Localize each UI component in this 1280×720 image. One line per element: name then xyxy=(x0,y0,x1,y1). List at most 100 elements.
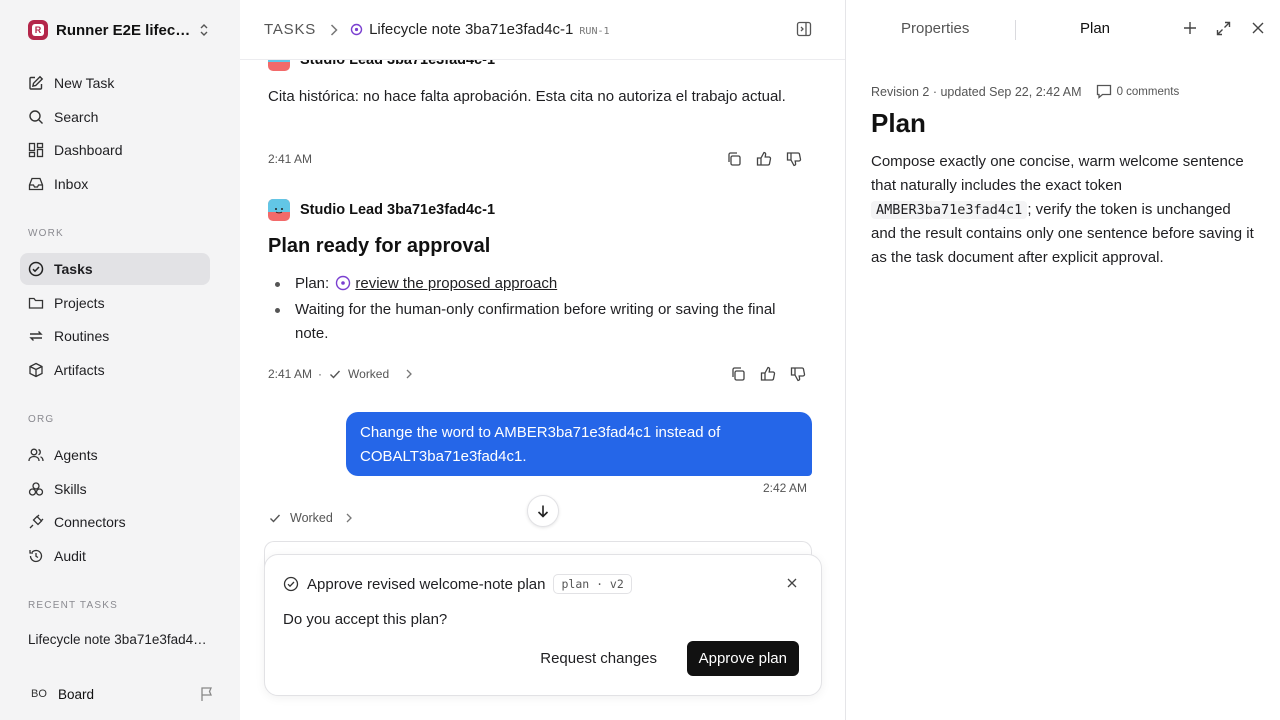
agent-avatar xyxy=(268,199,290,221)
recent-task-item[interactable]: Lifecycle note 3ba71e3fad4c-1 xyxy=(28,632,208,647)
nav-search[interactable]: Search xyxy=(20,101,210,133)
search-icon xyxy=(29,110,43,124)
message-meta: 2:41 AM · Worked xyxy=(268,367,413,381)
page-title: Lifecycle note 3ba71e3fad4c-1 xyxy=(369,21,574,38)
copy-icon[interactable] xyxy=(730,366,746,382)
breadcrumb: TASKS Lifecycle note 3ba71e3fad4c-1 RUN-… xyxy=(240,0,845,60)
history-icon xyxy=(29,549,43,563)
nav-routines[interactable]: Routines xyxy=(20,320,210,352)
revision-text: Revision 2 · updated Sep 22, 2:42 AM xyxy=(871,84,1082,99)
nav-label: Dashboard xyxy=(54,142,123,158)
run-badge: RUN-1 xyxy=(579,25,610,37)
panel-tabs: Properties Plan xyxy=(847,0,1280,60)
breadcrumb-tasks[interactable]: TASKS xyxy=(264,21,316,38)
nav-connectors[interactable]: Connectors xyxy=(20,506,210,538)
nav-artifacts[interactable]: Artifacts xyxy=(20,354,210,386)
plus-icon[interactable] xyxy=(1183,21,1197,35)
worked-toggle[interactable]: Worked xyxy=(328,367,413,381)
workspace-switcher[interactable]: R Runner E2E lifecycle xyxy=(28,19,214,41)
plan-bullets: Plan: review the proposed approach Waiti… xyxy=(268,272,798,348)
close-icon[interactable] xyxy=(787,578,797,588)
status-in-progress-icon xyxy=(336,275,351,291)
message-actions xyxy=(726,151,802,167)
check-circle-icon xyxy=(283,576,299,592)
message-meta: 2:41 AM xyxy=(268,152,312,166)
avatar: BO xyxy=(28,683,50,705)
users-icon xyxy=(28,448,44,462)
user-name: Board xyxy=(58,686,95,702)
skills-icon xyxy=(28,482,44,496)
thumbs-up-icon[interactable] xyxy=(756,151,772,167)
nav-projects[interactable]: Projects xyxy=(20,287,210,319)
request-changes-button[interactable]: Request changes xyxy=(530,641,667,676)
expand-icon[interactable] xyxy=(1216,21,1231,36)
chevron-updown-icon xyxy=(200,24,208,36)
box-icon xyxy=(29,362,43,378)
nav-label: Routines xyxy=(54,328,110,344)
message-author: Studio Lead 3ba71e3fad4c-1 xyxy=(268,199,495,221)
message-time: 2:41 AM xyxy=(268,367,313,381)
approval-header: Approve revised welcome-note plan plan ·… xyxy=(283,574,632,594)
workspace-name: Runner E2E lifecycle xyxy=(56,21,194,39)
tab-divider xyxy=(1015,20,1016,40)
sidebar-panel-icon[interactable] xyxy=(796,21,812,37)
nav-dashboard[interactable]: Dashboard xyxy=(20,134,210,166)
status-in-progress-icon xyxy=(350,23,363,36)
message-time: 2:41 AM xyxy=(268,152,313,166)
nav-tasks[interactable]: Tasks xyxy=(20,253,210,285)
nav-label: New Task xyxy=(54,75,115,91)
task-thread: TASKS Lifecycle note 3ba71e3fad4c-1 RUN-… xyxy=(240,0,846,720)
approval-title: Approve revised welcome-note plan xyxy=(307,575,546,593)
nav-inbox[interactable]: Inbox xyxy=(20,168,210,200)
plan-title: Plan xyxy=(871,108,926,138)
revision-info: Revision 2 · updated Sep 22, 2:42 AM 0 c… xyxy=(871,84,1179,99)
chevron-right-icon xyxy=(346,513,352,523)
nav-label: Tasks xyxy=(54,261,93,277)
thumbs-up-icon[interactable] xyxy=(760,366,776,382)
section-label-recent: RECENT TASKS xyxy=(28,600,118,611)
folder-icon xyxy=(28,297,44,309)
workspace-logo: R xyxy=(28,20,48,40)
flag-icon[interactable] xyxy=(200,686,214,702)
token-code: AMBER3ba71e3fad4c1 xyxy=(871,201,1028,219)
message-time: 2:42 AM xyxy=(762,481,807,495)
nav-new-task[interactable]: New Task xyxy=(20,67,210,99)
copy-icon[interactable] xyxy=(726,151,742,167)
nav-label: Skills xyxy=(54,481,87,497)
approval-question: Do you accept this plan? xyxy=(283,611,448,628)
details-panel: Properties Plan Revision 2 · updated Sep… xyxy=(847,0,1280,720)
message-actions xyxy=(730,366,806,382)
check-icon xyxy=(270,514,281,523)
nav-label: Audit xyxy=(54,548,86,564)
thumbs-down-icon[interactable] xyxy=(790,366,806,382)
user-menu[interactable]: BO Board xyxy=(28,683,214,705)
inbox-icon xyxy=(28,177,44,191)
nav-label: Connectors xyxy=(54,514,126,530)
nav-label: Artifacts xyxy=(54,362,105,378)
comments-button[interactable]: 0 comments xyxy=(1096,84,1179,99)
nav-audit[interactable]: Audit xyxy=(20,540,210,572)
sidebar: R Runner E2E lifecycle New Task Search D… xyxy=(0,0,240,720)
tab-plan[interactable]: Plan xyxy=(1080,20,1110,37)
scroll-to-bottom-button[interactable] xyxy=(527,495,559,527)
worked-toggle[interactable]: Worked xyxy=(268,511,353,525)
plan-link[interactable]: review the proposed approach xyxy=(355,275,557,292)
nav-label: Projects xyxy=(54,295,105,311)
check-circle-icon xyxy=(28,261,44,277)
thumbs-down-icon[interactable] xyxy=(786,151,802,167)
approve-plan-button[interactable]: Approve plan xyxy=(686,641,799,676)
list-item: Waiting for the human-only confirmation … xyxy=(268,298,798,346)
dashboard-icon xyxy=(28,142,44,158)
plan-body: Compose exactly one concise, warm welcom… xyxy=(871,153,1254,266)
comment-icon xyxy=(1096,84,1111,99)
nav-skills[interactable]: Skills xyxy=(20,473,210,505)
list-item: Plan: review the proposed approach xyxy=(268,272,798,296)
chevron-right-icon xyxy=(406,369,413,379)
section-label-org: ORG xyxy=(28,414,55,425)
tab-properties[interactable]: Properties xyxy=(901,20,969,37)
close-icon[interactable] xyxy=(1252,22,1264,34)
nav-label: Inbox xyxy=(54,176,89,192)
nav-agents[interactable]: Agents xyxy=(20,439,210,471)
arrow-down-icon xyxy=(537,505,549,518)
user-message-bubble: Change the word to AMBER3ba71e3fad4c1 in… xyxy=(346,412,812,476)
